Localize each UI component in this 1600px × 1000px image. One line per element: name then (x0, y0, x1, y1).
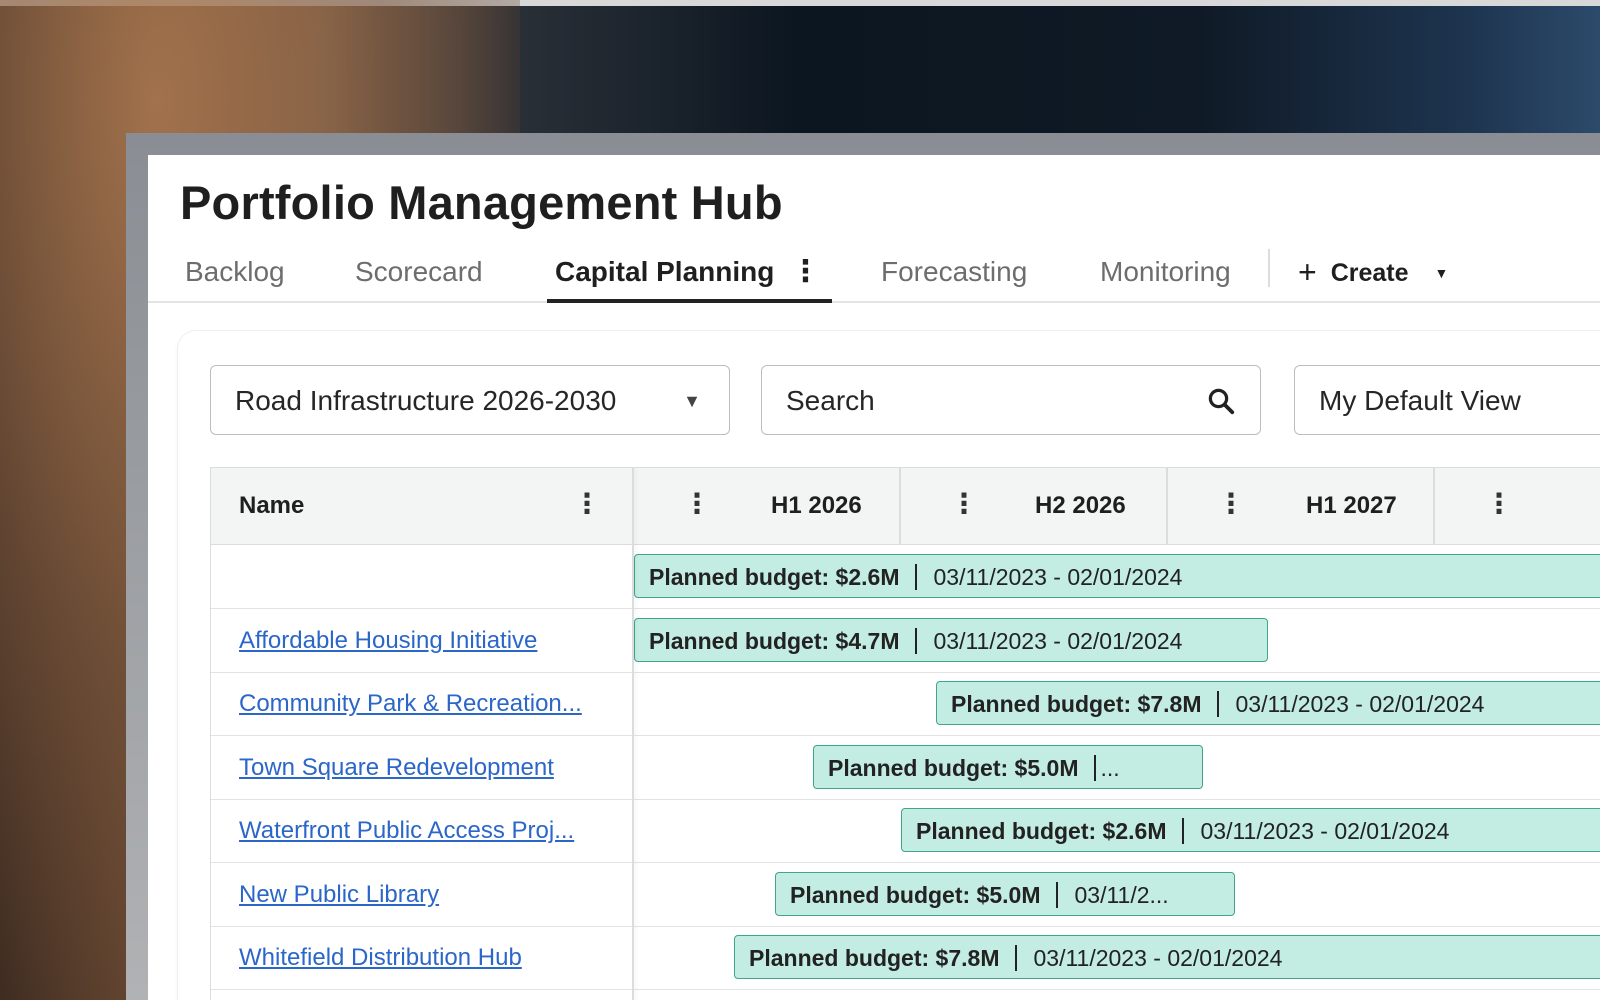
kebab-icon[interactable]: ⋮ (790, 249, 820, 295)
table-row: Whitefield Distribution Hub Planned budg… (211, 926, 1600, 990)
page-title: Portfolio Management Hub (180, 176, 783, 229)
tab-label: Monitoring (1100, 256, 1231, 287)
tab-label: Capital Planning (555, 256, 775, 287)
create-button[interactable]: + Create ▼ (1298, 249, 1448, 295)
project-link[interactable]: Whitefield Distribution Hub (239, 926, 522, 989)
tab-label: Forecasting (881, 256, 1028, 287)
bar-separator (1015, 945, 1018, 971)
budget-label: Planned budget: $7.8M (749, 945, 1000, 971)
budget-bar[interactable]: Planned budget: $7.8M 03/11/2023 - 02/01/… (936, 681, 1600, 725)
view-select[interactable]: My Default View (1294, 365, 1600, 435)
column-header-period: H1 2027 (1306, 492, 1397, 519)
column-divider (1433, 468, 1435, 544)
column-header-period: H2 2026 (1035, 492, 1126, 519)
column-header-period: H1 2026 (771, 492, 862, 519)
table-row: Planned budget: $2.6M 03/11/2023 - 02/01/… (211, 545, 1600, 609)
chevron-down-icon: ▼ (683, 391, 701, 411)
tab-divider (1268, 249, 1270, 287)
budget-bar[interactable]: Planned budget: $5.0M... (813, 745, 1203, 789)
project-link[interactable]: Community Park & Recreation... (239, 672, 582, 735)
search-placeholder: Search (786, 385, 875, 416)
app-window: Portfolio Management Hub Backlog Scoreca… (148, 155, 1600, 1000)
budget-label: Planned budget: $2.6M (916, 818, 1167, 844)
budget-bar[interactable]: Planned budget: $4.7M 03/11/2023 - 02/01/… (634, 618, 1268, 662)
table-row: Town Square Redevelopment Planned budget… (211, 736, 1600, 800)
portfolio-select[interactable]: Road Infrastructure 2026-2030 ▼ (210, 365, 730, 435)
project-link[interactable]: Town Square Redevelopment (239, 736, 554, 799)
date-range: 03/11/2... (1074, 882, 1169, 908)
view-select-value: My Default View (1319, 385, 1521, 416)
bar-separator (1182, 818, 1185, 844)
bar-separator (915, 628, 918, 654)
budget-bar[interactable]: Planned budget: $7.8M 03/11/2023 - 02/01/… (734, 935, 1600, 979)
date-range: ... (1100, 755, 1120, 781)
tab-label: Scorecard (355, 256, 483, 287)
portfolio-select-value: Road Infrastructure 2026-2030 (235, 385, 617, 416)
timeline-grid: Name ⋮ ⋮ H1 2026 ⋮ H2 2026 ⋮ H1 2027 ⋮ P… (210, 467, 1600, 1000)
kebab-icon[interactable]: ⋮ (1485, 468, 1513, 544)
tab-monitoring[interactable]: Monitoring (1100, 249, 1231, 301)
plus-icon: + (1298, 254, 1317, 290)
column-divider (1166, 468, 1168, 544)
table-row: Waterfront Public Access Proj... Planned… (211, 799, 1600, 863)
budget-bar[interactable]: Planned budget: $2.6M 03/11/2023 - 02/01/… (901, 808, 1600, 852)
kebab-icon[interactable]: ⋮ (683, 468, 711, 544)
project-link[interactable]: Affordable Housing Initiative (239, 609, 537, 672)
chevron-down-icon: ▼ (1434, 265, 1449, 281)
grid-header: Name ⋮ ⋮ H1 2026 ⋮ H2 2026 ⋮ H1 2027 ⋮ (211, 468, 1600, 545)
create-label: Create (1330, 259, 1409, 287)
tab-backlog[interactable]: Backlog (185, 249, 285, 301)
budget-label: Planned budget: $2.6M (649, 564, 900, 590)
budget-label: Planned budget: $5.0M (790, 882, 1041, 908)
budget-bar[interactable]: Planned budget: $5.0M 03/11/2... (775, 872, 1235, 916)
budget-bar[interactable]: Planned budget: $2.6M 03/11/2023 - 02/01/… (634, 554, 1600, 598)
bar-separator (1094, 755, 1097, 781)
column-header-name: Name (239, 492, 305, 519)
kebab-icon[interactable]: ⋮ (1217, 468, 1245, 544)
budget-label: Planned budget: $5.0M (828, 755, 1079, 781)
project-link[interactable]: Waterfront Public Access Proj... (239, 799, 574, 862)
table-row: New Public Library Planned budget: $5.0M… (211, 863, 1600, 927)
budget-label: Planned budget: $7.8M (951, 691, 1202, 717)
date-range: 03/11/2023 - 02/01/2024 (1200, 818, 1450, 844)
date-range: 03/11/2023 - 02/01/2024 (933, 628, 1183, 654)
bar-separator (915, 564, 918, 590)
column-divider (899, 468, 901, 544)
date-range: 03/11/2023 - 02/01/2024 (933, 564, 1183, 590)
kebab-icon[interactable]: ⋮ (573, 468, 601, 544)
tab-capital-planning[interactable]: Capital Planning ⋮ (546, 249, 833, 303)
date-range: 03/11/2023 - 02/01/2024 (1235, 691, 1485, 717)
table-row: Affordable Housing Initiative Planned bu… (211, 609, 1600, 673)
column-divider (632, 468, 634, 1000)
kebab-icon[interactable]: ⋮ (950, 468, 978, 544)
budget-label: Planned budget: $4.7M (649, 628, 900, 654)
project-link[interactable]: New Public Library (239, 863, 439, 926)
search-icon[interactable] (1206, 386, 1236, 416)
bar-separator (1056, 882, 1059, 908)
tab-label: Backlog (185, 256, 285, 287)
tab-scorecard[interactable]: Scorecard (355, 249, 483, 301)
tab-forecasting[interactable]: Forecasting (881, 249, 1027, 301)
bar-separator (1217, 691, 1220, 717)
search-input[interactable]: Search (761, 365, 1261, 435)
tab-bar: Backlog Scorecard Capital Planning ⋮ Fore… (148, 249, 1600, 303)
table-row: Community Park & Recreation... Planned b… (211, 672, 1600, 736)
date-range: 03/11/2023 - 02/01/2024 (1033, 945, 1283, 971)
